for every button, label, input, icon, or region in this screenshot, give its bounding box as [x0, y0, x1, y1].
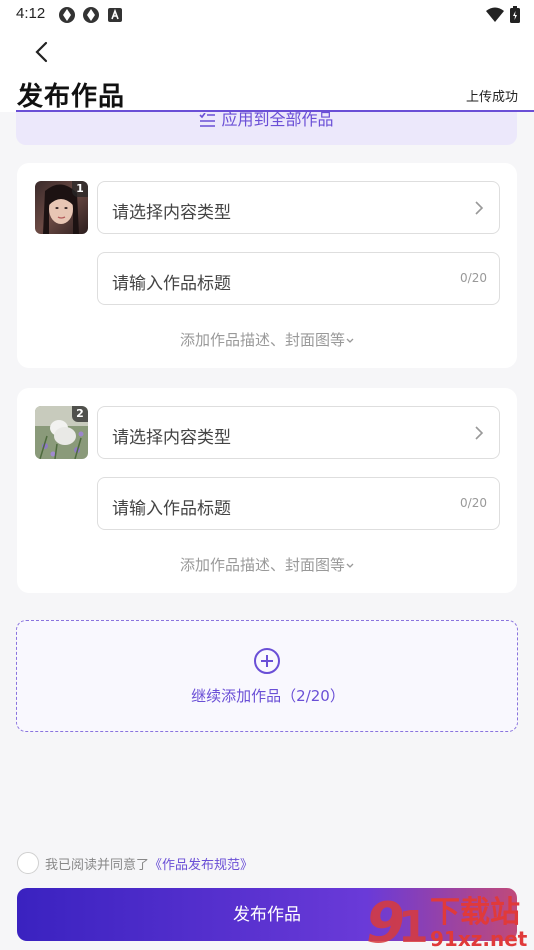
site-watermark-logo: 9 1 下载站 91xz.net: [366, 891, 528, 950]
page-title: 发布作品: [17, 82, 126, 112]
svg-text:1: 1: [398, 902, 429, 950]
agreement-link[interactable]: 《作品发布规范》: [149, 854, 253, 873]
title-counter: 0/20: [460, 271, 487, 285]
work-thumbnail[interactable]: 2: [35, 406, 88, 459]
upload-status-text: 上传成功: [465, 90, 518, 105]
status-time: 4:12: [16, 5, 46, 22]
plus-circle-icon: [254, 648, 280, 674]
watermark-line1: 下载站: [430, 895, 520, 930]
content-type-select[interactable]: 请选择内容类型: [97, 181, 500, 234]
add-more-label: 继续添加作品（2/20）: [191, 687, 345, 705]
add-description-link[interactable]: 添加作品描述、封面图等: [17, 329, 517, 350]
wifi-icon: [486, 7, 504, 22]
add-description-label: 添加作品描述、封面图等: [179, 556, 345, 574]
chevron-left-icon[interactable]: [30, 40, 54, 64]
work-card-1: 1 请选择内容类型 请输入作品标题 0/20 添加作品描述、封面图等: [17, 163, 517, 368]
list-check-icon: [199, 113, 216, 127]
apply-to-all-button[interactable]: 应用到全部作品: [16, 112, 517, 145]
chevron-right-icon: [475, 426, 484, 440]
title-placeholder: 请输入作品标题: [112, 499, 231, 519]
chevron-down-icon: [346, 338, 354, 343]
title-placeholder: 请输入作品标题: [112, 274, 231, 294]
apply-to-all-label: 应用到全部作品: [221, 112, 334, 129]
content-type-placeholder: 请选择内容类型: [112, 203, 231, 223]
content-type-select[interactable]: 请选择内容类型: [97, 406, 500, 459]
agreement-checkbox[interactable]: [17, 852, 39, 874]
chevron-right-icon: [475, 201, 484, 215]
chevron-down-icon: [346, 563, 354, 568]
title-counter: 0/20: [460, 496, 487, 510]
app-header: 发布作品 上传成功: [0, 30, 534, 112]
agreement-prefix: 我已阅读并同意了: [45, 857, 150, 873]
add-more-works-button[interactable]: 继续添加作品（2/20）: [16, 620, 518, 732]
work-index-badge: 2: [72, 406, 88, 422]
app-icon-2: [83, 7, 99, 23]
app-icon-1: [59, 7, 75, 23]
notification-a-icon: [108, 8, 122, 22]
title-input[interactable]: 请输入作品标题 0/20: [97, 477, 500, 530]
watermark-line2: 91xz.net: [430, 927, 528, 950]
work-thumbnail[interactable]: 1: [35, 181, 88, 234]
battery-icon: [510, 6, 520, 23]
title-input[interactable]: 请输入作品标题 0/20: [97, 252, 500, 305]
add-description-link[interactable]: 添加作品描述、封面图等: [17, 554, 517, 575]
add-description-label: 添加作品描述、封面图等: [179, 331, 345, 349]
work-card-2: 2 请选择内容类型 请输入作品标题 0/20 添加作品描述、封面图等: [17, 388, 517, 593]
status-bar: 4:12: [0, 0, 534, 30]
content-type-placeholder: 请选择内容类型: [112, 428, 231, 448]
agreement-row: 我已阅读并同意了 《作品发布规范》: [17, 852, 253, 874]
work-index-badge: 1: [72, 181, 88, 197]
